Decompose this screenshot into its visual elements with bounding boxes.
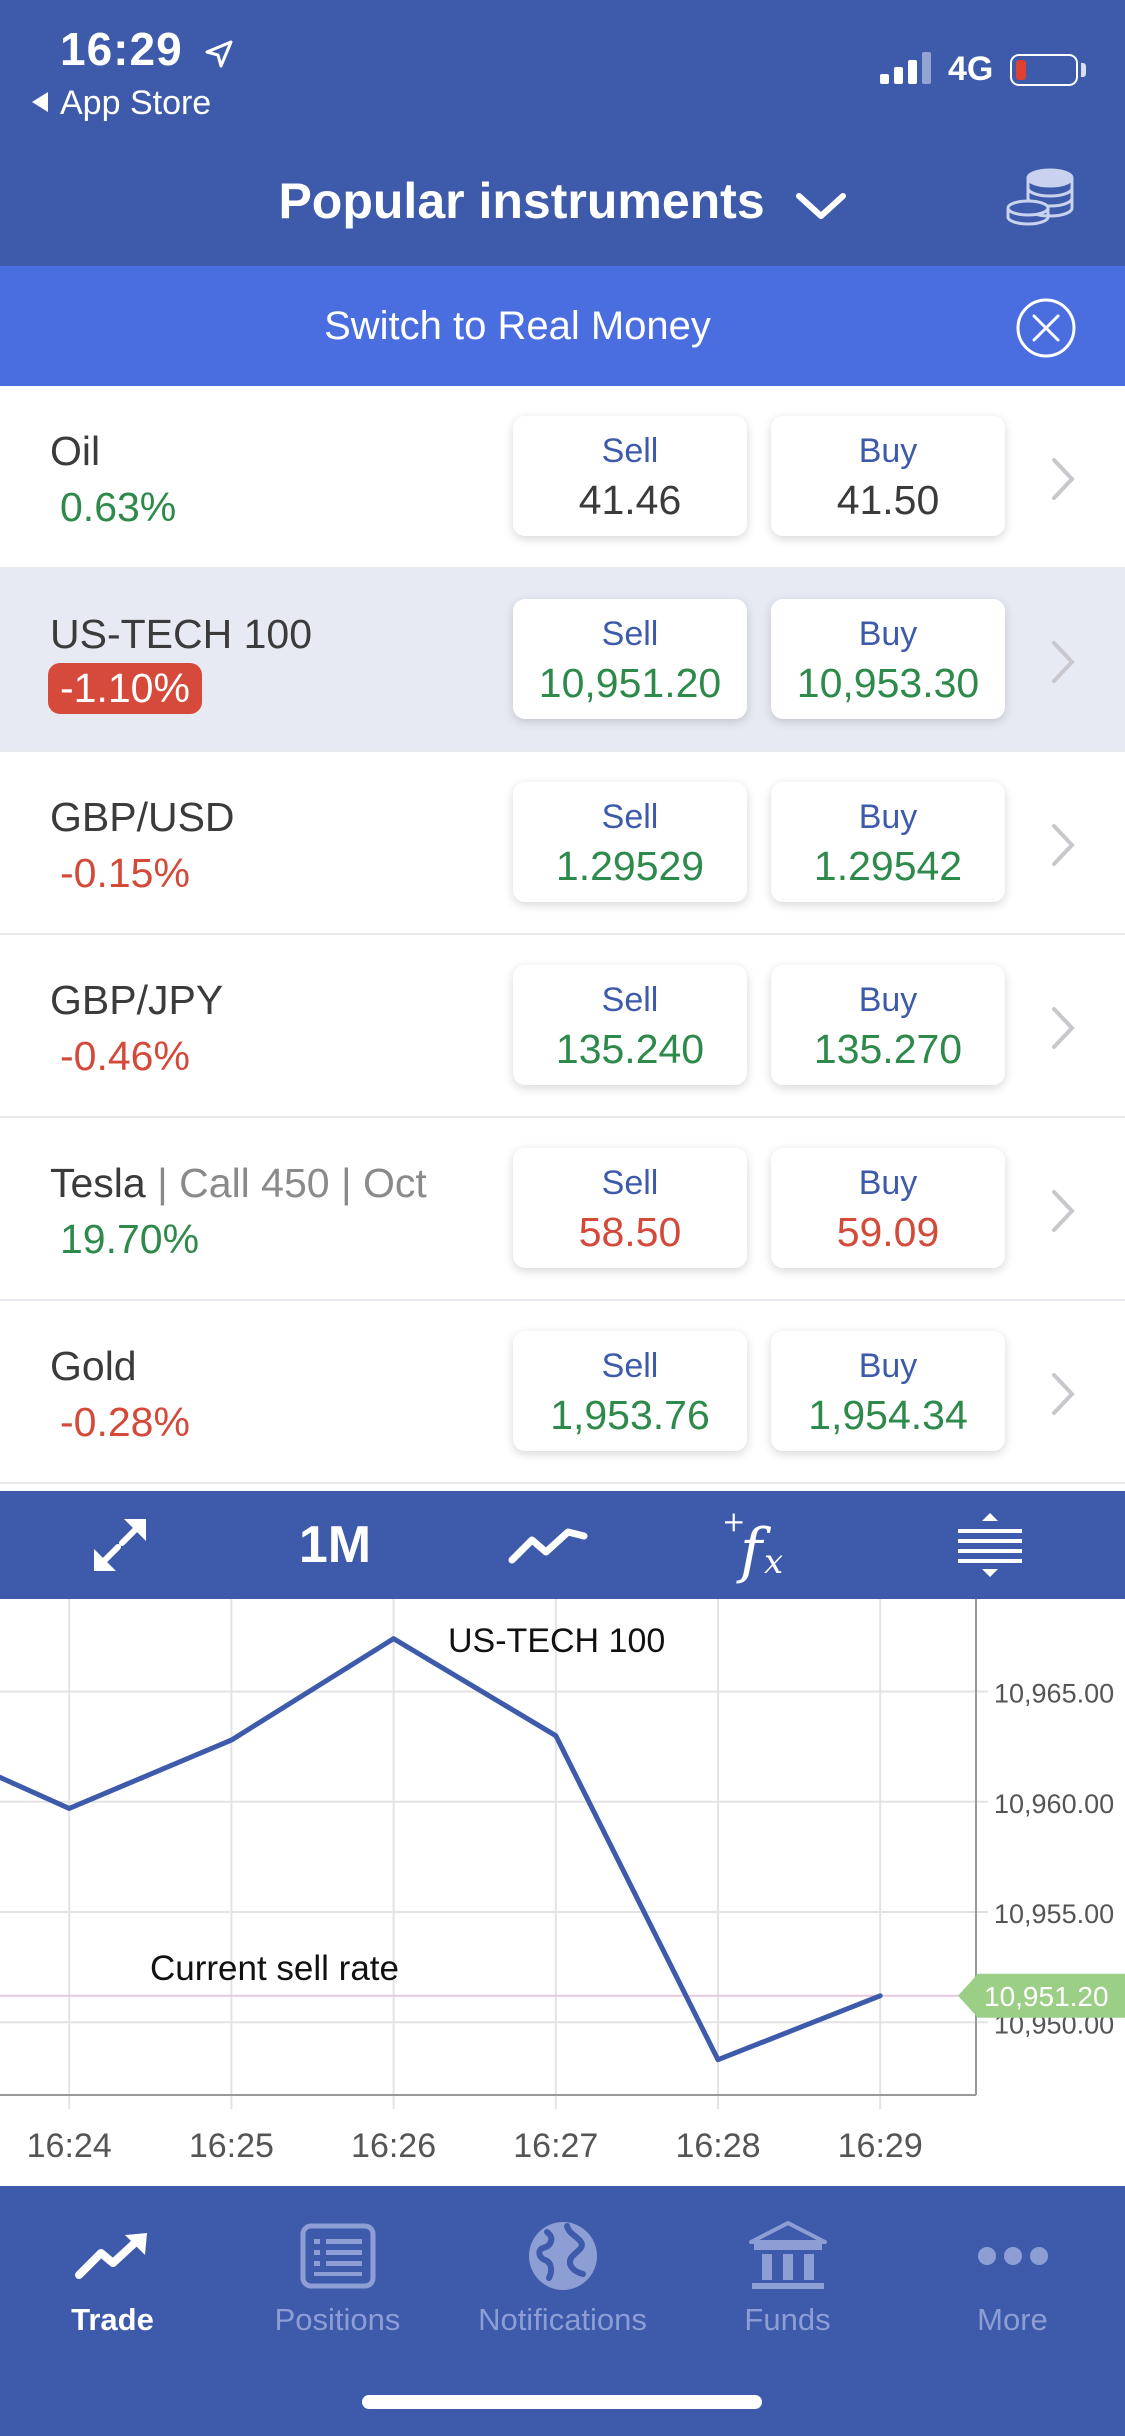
tab-positions[interactable]: Positions bbox=[225, 2216, 450, 2356]
back-app-label: App Store bbox=[60, 84, 212, 122]
chart-x-tick-label: 16:28 bbox=[675, 2127, 760, 2165]
bank-icon bbox=[675, 2216, 900, 2296]
tab-label: Funds bbox=[744, 2302, 831, 2337]
instrument-change: 19.70% bbox=[60, 1216, 200, 1262]
indicators-icon[interactable]: + f x bbox=[700, 1491, 820, 1599]
chart-title: US-TECH 100 bbox=[448, 1622, 665, 1660]
chevron-right-icon[interactable] bbox=[1050, 1371, 1076, 1422]
chart-x-tick-label: 16:29 bbox=[838, 2127, 923, 2165]
price-chart[interactable]: 16:24 16:25 16:26 16:27 16:28 16:29 10,965.00 1… bbox=[0, 1599, 1125, 2186]
tab-label: Notifications bbox=[478, 2302, 647, 2337]
battery-tip bbox=[1081, 63, 1086, 77]
back-to-app-store[interactable]: App Store bbox=[32, 84, 211, 123]
instrument-change-badge: -1.10% bbox=[48, 663, 202, 714]
chart-x-tick-label: 16:27 bbox=[513, 2127, 598, 2165]
battery-level bbox=[1016, 60, 1026, 80]
tab-label: Positions bbox=[274, 2302, 401, 2337]
signal-icon bbox=[880, 52, 936, 89]
chevron-right-icon[interactable] bbox=[1050, 1005, 1076, 1056]
coins-icon[interactable] bbox=[1006, 164, 1076, 239]
chevron-right-icon[interactable] bbox=[1050, 456, 1076, 507]
chevron-right-icon[interactable] bbox=[1050, 639, 1076, 690]
instrument-row-oil[interactable]: Oil 0.63% Sell 41.46 Buy 41.50 bbox=[0, 386, 1125, 569]
nav-header: Popular instruments bbox=[0, 140, 1125, 266]
instrument-change: -0.28% bbox=[60, 1399, 190, 1445]
buy-button[interactable]: Buy 1.29542 bbox=[771, 782, 1005, 902]
status-time-text: 16:29 bbox=[60, 23, 183, 75]
chart-period-selector[interactable]: 1M bbox=[275, 1491, 395, 1599]
buy-button[interactable]: Buy 41.50 bbox=[771, 416, 1005, 536]
tab-funds[interactable]: Funds bbox=[675, 2216, 900, 2356]
sell-button[interactable]: Sell 135.240 bbox=[513, 965, 747, 1085]
list-icon bbox=[225, 2216, 450, 2296]
instrument-row-us-tech-100[interactable]: US-TECH 100 -1.10% Sell 10,951.20 Buy 10,9… bbox=[0, 569, 1125, 752]
instrument-change: -0.46% bbox=[60, 1033, 190, 1079]
sell-button[interactable]: Sell 41.46 bbox=[513, 416, 747, 536]
instrument-row-gbp-usd[interactable]: GBP/USD -0.15% Sell 1.29529 Buy 1.29542 bbox=[0, 752, 1125, 935]
instrument-change: -0.15% bbox=[60, 850, 190, 896]
trend-up-icon bbox=[0, 2216, 225, 2296]
globe-icon bbox=[450, 2216, 675, 2296]
more-dots-icon bbox=[900, 2216, 1125, 2296]
home-indicator bbox=[362, 2395, 762, 2409]
sell-button[interactable]: Sell 1.29529 bbox=[513, 782, 747, 902]
chevron-down-icon bbox=[795, 176, 847, 234]
sell-button[interactable]: Sell 58.50 bbox=[513, 1148, 747, 1268]
buy-button[interactable]: Buy 59.09 bbox=[771, 1148, 1005, 1268]
instrument-name: GBP/USD bbox=[50, 794, 235, 840]
instrument-name: Oil bbox=[50, 428, 101, 474]
chart-settings-icon[interactable] bbox=[930, 1491, 1050, 1599]
instrument-change: 0.63% bbox=[60, 484, 177, 530]
page-title: Popular instruments bbox=[278, 173, 765, 229]
instrument-list: Oil 0.63% Sell 41.46 Buy 41.50 US-TECH 100… bbox=[0, 386, 1125, 1484]
current-rate-caption: Current sell rate bbox=[150, 1949, 399, 1988]
current-rate-badge-label: 10,951.20 bbox=[984, 1981, 1109, 2012]
instrument-name: Gold bbox=[50, 1343, 137, 1389]
tab-label: More bbox=[977, 2302, 1048, 2337]
chart-x-tick-label: 16:24 bbox=[27, 2127, 112, 2165]
instrument-row-gbp-jpy[interactable]: GBP/JPY -0.46% Sell 135.240 Buy 135.270 bbox=[0, 935, 1125, 1118]
instrument-row-tesla[interactable]: Tesla | Call 450 | Oct 19.70% Sell 58.50 … bbox=[0, 1118, 1125, 1301]
buy-button[interactable]: Buy 10,953.30 bbox=[771, 599, 1005, 719]
instrument-list-selector[interactable]: Popular instruments bbox=[0, 172, 1125, 234]
sell-button[interactable]: Sell 1,953.76 bbox=[513, 1331, 747, 1451]
instrument-name: US-TECH 100 bbox=[50, 611, 313, 657]
network-type: 4G bbox=[948, 50, 994, 88]
instrument-name: GBP/JPY bbox=[50, 977, 224, 1023]
chevron-right-icon[interactable] bbox=[1050, 822, 1076, 873]
chart-y-tick-label: 10,965.00 bbox=[994, 1679, 1114, 1709]
tab-more[interactable]: More bbox=[900, 2216, 1125, 2356]
banner-text: Switch to Real Money bbox=[324, 304, 711, 348]
location-arrow-icon bbox=[204, 26, 234, 80]
chart-svg: 16:24 16:25 16:26 16:27 16:28 16:29 10,965.00 1… bbox=[0, 1599, 1125, 2165]
chart-toolbar: 1M + f x bbox=[0, 1491, 1125, 1599]
tab-trade[interactable]: Trade bbox=[0, 2216, 225, 2356]
battery-icon bbox=[1010, 54, 1078, 86]
sell-button[interactable]: Sell 10,951.20 bbox=[513, 599, 747, 719]
svg-text:x: x bbox=[764, 1542, 783, 1582]
instrument-name: Tesla | Call 450 | Oct bbox=[50, 1160, 427, 1206]
chart-x-tick-label: 16:25 bbox=[189, 2127, 274, 2165]
buy-button[interactable]: Buy 135.270 bbox=[771, 965, 1005, 1085]
chart-y-tick-label: 10,955.00 bbox=[994, 1899, 1114, 1929]
status-bar: 16:29 App Store 4G bbox=[0, 0, 1125, 140]
instrument-row-gold[interactable]: Gold -0.28% Sell 1,953.76 Buy 1,954.34 bbox=[0, 1301, 1125, 1484]
status-time: 16:29 bbox=[60, 22, 234, 80]
tab-label: Trade bbox=[71, 2302, 154, 2337]
real-money-banner[interactable]: Switch to Real Money bbox=[0, 266, 1125, 386]
back-triangle-icon bbox=[32, 92, 48, 112]
close-icon[interactable] bbox=[1015, 297, 1077, 364]
expand-icon[interactable] bbox=[60, 1491, 180, 1599]
chevron-right-icon[interactable] bbox=[1050, 1188, 1076, 1239]
chart-type-icon[interactable] bbox=[488, 1491, 608, 1599]
chart-x-tick-label: 16:26 bbox=[351, 2127, 436, 2165]
buy-button[interactable]: Buy 1,954.34 bbox=[771, 1331, 1005, 1451]
tab-notifications[interactable]: Notifications bbox=[450, 2216, 675, 2356]
chart-y-tick-label: 10,960.00 bbox=[994, 1789, 1114, 1819]
